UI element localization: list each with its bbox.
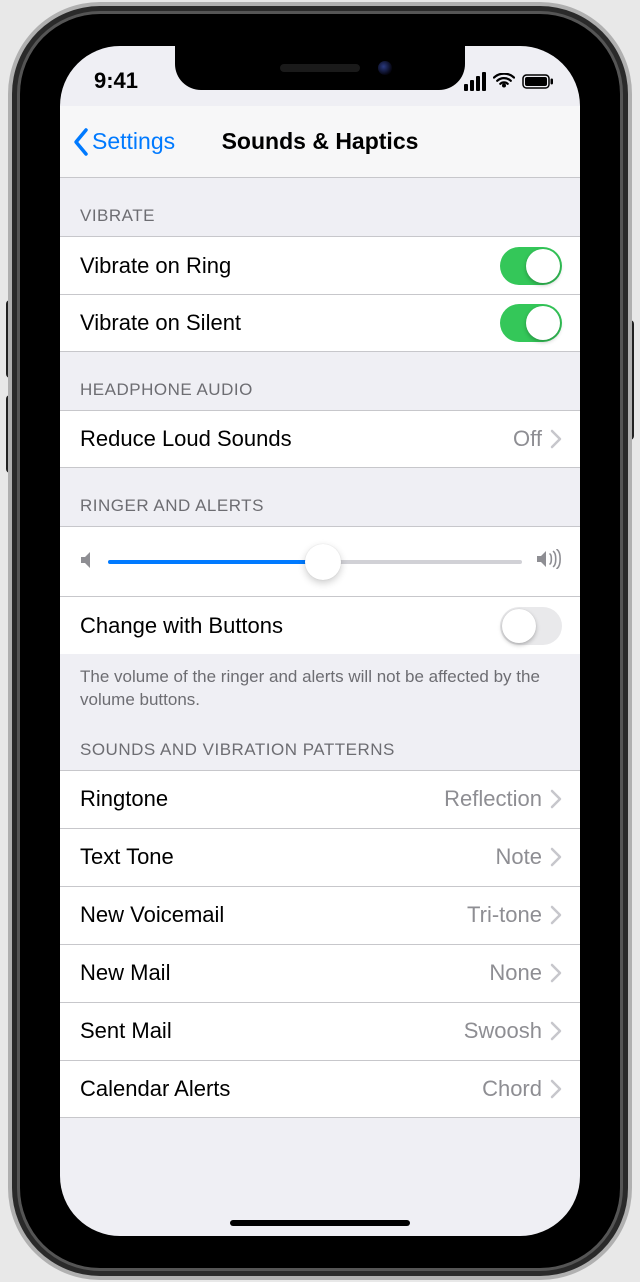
home-indicator[interactable] — [230, 1220, 410, 1226]
row-label: New Voicemail — [80, 902, 467, 928]
section-header: Vibrate — [60, 178, 580, 236]
row-detail: Reflection — [444, 786, 542, 812]
navigation-bar: Settings Sounds & Haptics — [60, 106, 580, 178]
section-header: Ringer and Alerts — [60, 468, 580, 526]
row-vibrate-on-ring[interactable]: Vibrate on Ring — [60, 236, 580, 294]
chevron-right-icon — [550, 1079, 562, 1099]
row-label: Ringtone — [80, 786, 444, 812]
row-sent-mail[interactable]: Sent Mail Swoosh — [60, 1002, 580, 1060]
section-ringer-and-alerts: Ringer and Alerts — [60, 468, 580, 720]
chevron-right-icon — [550, 1021, 562, 1041]
section-headphone-audio: Headphone Audio Reduce Loud Sounds Off — [60, 352, 580, 468]
cellular-signal-icon — [464, 72, 486, 91]
volume-up-button — [6, 300, 16, 378]
wifi-icon — [493, 73, 515, 89]
row-detail: None — [489, 960, 542, 986]
section-header: Headphone Audio — [60, 352, 580, 410]
section-footer: The volume of the ringer and alerts will… — [60, 654, 580, 720]
row-label: Reduce Loud Sounds — [80, 426, 513, 452]
chevron-right-icon — [550, 789, 562, 809]
phone-chassis: 9:41 — [0, 0, 640, 1282]
status-time: 9:41 — [94, 68, 138, 94]
row-label: Sent Mail — [80, 1018, 464, 1044]
screen: 9:41 — [60, 46, 580, 1236]
chevron-right-icon — [550, 847, 562, 867]
slider-thumb[interactable] — [305, 544, 341, 580]
row-label: New Mail — [80, 960, 489, 986]
row-detail: Off — [513, 426, 542, 452]
row-label: Text Tone — [80, 844, 496, 870]
row-label: Vibrate on Ring — [80, 253, 500, 279]
row-calendar-alerts[interactable]: Calendar Alerts Chord — [60, 1060, 580, 1118]
toggle-vibrate-on-silent[interactable] — [500, 304, 562, 342]
row-ringtone[interactable]: Ringtone Reflection — [60, 770, 580, 828]
row-label: Calendar Alerts — [80, 1076, 482, 1102]
row-detail: Chord — [482, 1076, 542, 1102]
section-header: Sounds and Vibration Patterns — [60, 720, 580, 770]
row-reduce-loud-sounds[interactable]: Reduce Loud Sounds Off — [60, 410, 580, 468]
row-new-mail[interactable]: New Mail None — [60, 944, 580, 1002]
volume-high-icon — [536, 549, 562, 575]
chevron-right-icon — [550, 905, 562, 925]
back-label: Settings — [92, 128, 175, 155]
display-notch — [175, 46, 465, 90]
row-ringer-volume — [60, 526, 580, 596]
row-detail: Swoosh — [464, 1018, 542, 1044]
battery-icon — [522, 74, 554, 89]
volume-down-button — [6, 395, 16, 473]
phone-bezel: 9:41 — [20, 14, 620, 1268]
row-vibrate-on-silent[interactable]: Vibrate on Silent — [60, 294, 580, 352]
row-change-with-buttons[interactable]: Change with Buttons — [60, 596, 580, 654]
row-new-voicemail[interactable]: New Voicemail Tri-tone — [60, 886, 580, 944]
section-sounds-and-vibration-patterns: Sounds and Vibration Patterns Ringtone R… — [60, 720, 580, 1118]
front-camera — [378, 61, 392, 75]
mute-switch — [8, 230, 16, 270]
earpiece-speaker — [280, 64, 360, 72]
back-button[interactable]: Settings — [72, 127, 175, 157]
row-detail: Note — [496, 844, 542, 870]
ringer-volume-slider[interactable] — [80, 549, 562, 575]
settings-table[interactable]: Vibrate Vibrate on Ring Vibrate on Silen… — [60, 178, 580, 1118]
section-vibrate: Vibrate Vibrate on Ring Vibrate on Silen… — [60, 178, 580, 352]
chevron-right-icon — [550, 963, 562, 983]
row-detail: Tri-tone — [467, 902, 542, 928]
slider-track[interactable] — [108, 560, 522, 564]
volume-low-icon — [80, 549, 94, 575]
power-button — [624, 320, 634, 440]
toggle-vibrate-on-ring[interactable] — [500, 247, 562, 285]
row-label: Change with Buttons — [80, 613, 500, 639]
row-label: Vibrate on Silent — [80, 310, 500, 336]
row-text-tone[interactable]: Text Tone Note — [60, 828, 580, 886]
toggle-change-with-buttons[interactable] — [500, 607, 562, 645]
chevron-left-icon — [72, 127, 90, 157]
chevron-right-icon — [550, 429, 562, 449]
